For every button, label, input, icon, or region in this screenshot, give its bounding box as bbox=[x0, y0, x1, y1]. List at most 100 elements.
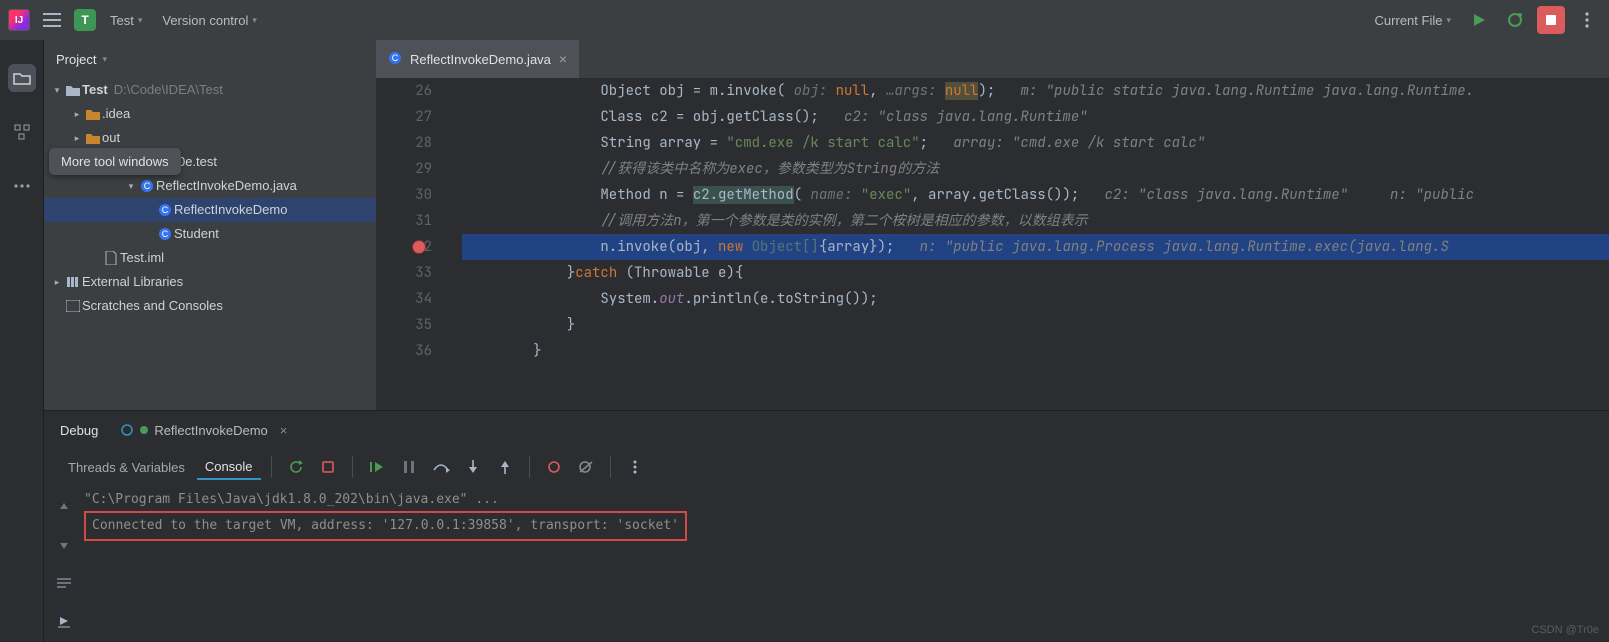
tree-root[interactable]: ▾ Test D:\Code\IDEA\Test bbox=[44, 78, 376, 102]
console-line: "C:\Program Files\Java\jdk1.8.0_202\bin\… bbox=[84, 489, 1609, 511]
code-line[interactable]: Method n = c2.getMethod( name: "exec", a… bbox=[462, 182, 1609, 208]
subtab-threads[interactable]: Threads & Variables bbox=[60, 456, 193, 479]
code-line-current[interactable]: n.invoke(obj, new Object[]{array}); n: "… bbox=[462, 234, 1609, 260]
console-output[interactable]: "C:\Program Files\Java\jdk1.8.0_202\bin\… bbox=[84, 485, 1609, 642]
view-breakpoints-button[interactable] bbox=[540, 453, 568, 481]
editor-tabbar: C ReflectInvokeDemo.java × bbox=[376, 40, 1609, 78]
tree-label: Test bbox=[82, 78, 108, 102]
debug-run-tab[interactable]: ReflectInvokeDemo × bbox=[116, 419, 291, 442]
separator bbox=[271, 456, 272, 478]
code-line[interactable]: }catch (Throwable e){ bbox=[462, 260, 1609, 286]
tree-label: Test.iml bbox=[120, 246, 164, 270]
tree-path: D:\Code\IDEA\Test bbox=[114, 78, 223, 102]
code-line[interactable]: System.out.println(e.toString()); bbox=[462, 286, 1609, 312]
intellij-logo-icon: IJ bbox=[8, 9, 30, 31]
tree-label: .idea bbox=[102, 102, 130, 126]
mute-breakpoints-button[interactable] bbox=[572, 453, 600, 481]
code-line[interactable]: } bbox=[462, 338, 1609, 364]
editor-tab[interactable]: C ReflectInvokeDemo.java × bbox=[376, 40, 579, 78]
svg-text:C: C bbox=[162, 229, 169, 239]
close-icon[interactable]: × bbox=[280, 423, 288, 438]
tree-label: External Libraries bbox=[82, 270, 183, 294]
stop-button[interactable] bbox=[1537, 6, 1565, 34]
close-tab-icon[interactable]: × bbox=[559, 51, 567, 67]
tree-label: ReflectInvokeDemo.java bbox=[156, 174, 297, 198]
tree-item-iml[interactable]: Test.iml bbox=[44, 246, 376, 270]
library-icon bbox=[64, 276, 82, 288]
file-icon bbox=[102, 251, 120, 265]
run-button[interactable] bbox=[1465, 6, 1493, 34]
line-number: 30 bbox=[376, 182, 432, 208]
main-area: More tool windows Project ▾ ▾ Test D:\Co… bbox=[0, 40, 1609, 642]
more-actions-button[interactable] bbox=[1573, 6, 1601, 34]
code-line[interactable]: Class c2 = obj.getClass(); c2: "class ja… bbox=[462, 104, 1609, 130]
step-out-button[interactable] bbox=[491, 453, 519, 481]
tree-label: out bbox=[102, 126, 120, 150]
project-tool-button[interactable] bbox=[8, 64, 36, 92]
resume-button[interactable] bbox=[363, 453, 391, 481]
code-line[interactable]: //调用方法n，第一个参数是类的实例，第二个桉树是相应的参数，以数组表示 bbox=[462, 208, 1609, 234]
running-indicator-icon bbox=[140, 426, 148, 434]
tree-label: Scratches and Consoles bbox=[82, 294, 223, 318]
class-icon: C bbox=[156, 227, 174, 241]
subtab-console[interactable]: Console bbox=[197, 455, 261, 480]
debug-tool-window: Debug ReflectInvokeDemo × Threads & Vari… bbox=[44, 410, 1609, 642]
watermark: CSDN @Tr0e bbox=[1531, 624, 1599, 636]
project-dropdown[interactable]: Test ▾ bbox=[104, 9, 148, 32]
vcs-dropdown[interactable]: Version control ▾ bbox=[156, 9, 263, 32]
breakpoint-icon[interactable] bbox=[412, 240, 426, 254]
more-tool-windows-button[interactable] bbox=[8, 172, 36, 200]
tree-twisty-icon[interactable]: ▸ bbox=[50, 270, 64, 294]
structure-tool-button[interactable] bbox=[8, 118, 36, 146]
scroll-down-button[interactable] bbox=[50, 531, 78, 559]
tree-item-ext-libs[interactable]: ▸ External Libraries bbox=[44, 270, 376, 294]
code-line[interactable]: //获得该类中名称为exec，参数类型为String的方法 bbox=[462, 156, 1609, 182]
code-line[interactable]: Object obj = m.invoke( obj: null, …args:… bbox=[462, 78, 1609, 104]
run-config-dropdown[interactable]: Current File ▾ bbox=[1369, 9, 1457, 32]
tree-item-class-student[interactable]: C Student bbox=[44, 222, 376, 246]
chevron-down-icon: ▾ bbox=[1446, 15, 1451, 26]
code-editor[interactable]: 26 27 28 29 30 31 32 33 34 35 36 bbox=[376, 78, 1609, 410]
line-number: 26 bbox=[376, 78, 432, 104]
scroll-up-button[interactable] bbox=[50, 493, 78, 521]
gutter[interactable]: 26 27 28 29 30 31 32 33 34 35 36 bbox=[376, 78, 462, 410]
titlebar: IJ T Test ▾ Version control ▾ Current Fi… bbox=[0, 0, 1609, 40]
code-lines[interactable]: Object obj = m.invoke( obj: null, …args:… bbox=[462, 78, 1609, 410]
console-line-highlighted: Connected to the target VM, address: '12… bbox=[84, 511, 687, 541]
chevron-down-icon: ▾ bbox=[252, 15, 257, 26]
tree-item-idea[interactable]: ▸ .idea bbox=[44, 102, 376, 126]
main-menu-button[interactable] bbox=[38, 6, 66, 34]
upper-split: More tool windows Project ▾ ▾ Test D:\Co… bbox=[44, 40, 1609, 410]
tree-twisty-icon[interactable]: ▸ bbox=[70, 102, 84, 126]
tree-twisty-icon[interactable]: ▸ bbox=[70, 126, 84, 150]
tree-item-out[interactable]: ▸ out bbox=[44, 126, 376, 150]
code-line[interactable]: } bbox=[462, 312, 1609, 338]
svg-text:C: C bbox=[392, 53, 399, 63]
console-body: "C:\Program Files\Java\jdk1.8.0_202\bin\… bbox=[44, 485, 1609, 642]
soft-wrap-button[interactable] bbox=[50, 569, 78, 597]
tree-item-scratches[interactable]: Scratches and Consoles bbox=[44, 294, 376, 318]
debug-toolbar: Threads & Variables Console bbox=[44, 449, 1609, 485]
rerun-button[interactable] bbox=[282, 453, 310, 481]
project-tool-header[interactable]: Project ▾ bbox=[44, 40, 376, 78]
debug-button[interactable] bbox=[1501, 6, 1529, 34]
stop-process-button[interactable] bbox=[314, 453, 342, 481]
svg-text:C: C bbox=[144, 181, 151, 191]
tree-item-java-file[interactable]: ▾ C ReflectInvokeDemo.java bbox=[44, 174, 376, 198]
more-debug-actions-button[interactable] bbox=[621, 453, 649, 481]
code-line[interactable]: String array = "cmd.exe /k start calc"; … bbox=[462, 130, 1609, 156]
pause-button[interactable] bbox=[395, 453, 423, 481]
line-number: 31 bbox=[376, 208, 432, 234]
step-over-button[interactable] bbox=[427, 453, 455, 481]
editor-area: C ReflectInvokeDemo.java × 26 27 28 29 3… bbox=[376, 40, 1609, 410]
run-config-label: Current File bbox=[1375, 13, 1443, 28]
line-number: 32 bbox=[376, 234, 432, 260]
tree-twisty-icon[interactable]: ▾ bbox=[124, 174, 138, 198]
step-into-button[interactable] bbox=[459, 453, 487, 481]
scroll-to-end-button[interactable] bbox=[50, 607, 78, 635]
tree-item-class-demo[interactable]: C ReflectInvokeDemo bbox=[44, 198, 376, 222]
project-badge: T bbox=[74, 9, 96, 31]
tree-twisty-icon[interactable]: ▾ bbox=[50, 78, 64, 102]
project-tree[interactable]: ▾ Test D:\Code\IDEA\Test ▸ .idea ▸ out bbox=[44, 78, 376, 410]
class-icon: C bbox=[388, 51, 402, 68]
